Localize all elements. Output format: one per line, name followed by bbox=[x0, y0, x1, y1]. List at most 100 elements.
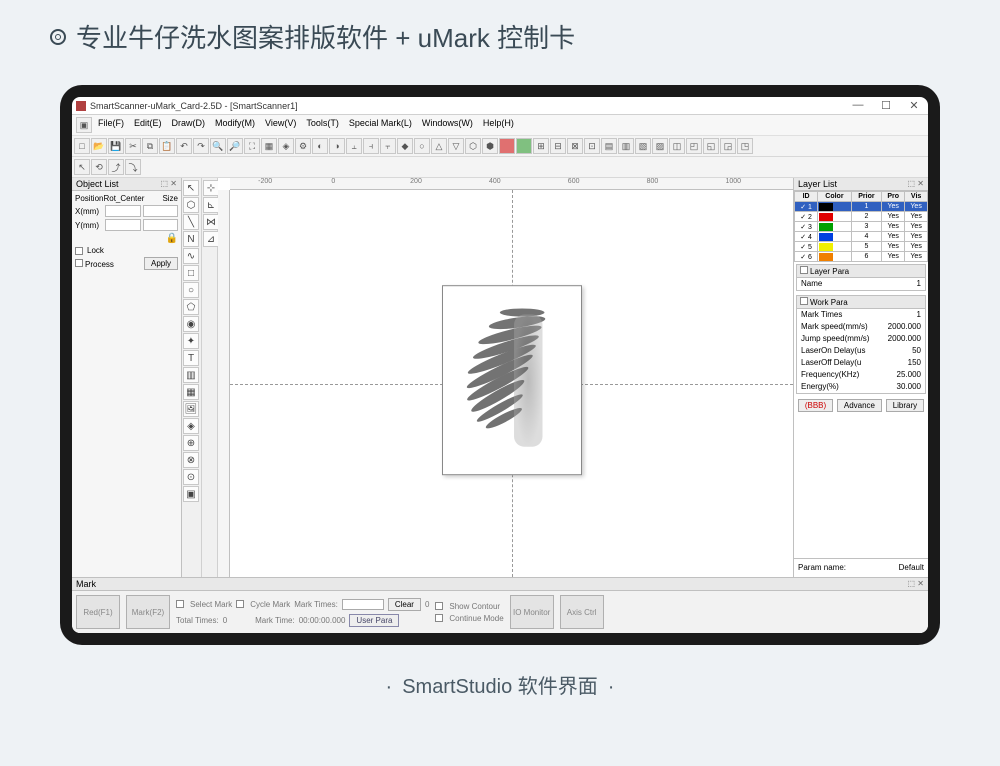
vector-tool-icon[interactable]: ◈ bbox=[183, 418, 199, 434]
menu-tools[interactable]: Tools(T) bbox=[302, 117, 343, 133]
image-tool-icon[interactable]: 🖼 bbox=[183, 401, 199, 417]
tool-icon[interactable]: ▨ bbox=[652, 138, 668, 154]
tool-icon[interactable]: ⊠ bbox=[567, 138, 583, 154]
io-monitor-button[interactable]: IO Monitor bbox=[510, 595, 554, 629]
tool-icon[interactable]: ○ bbox=[414, 138, 430, 154]
lock-checkbox[interactable] bbox=[75, 247, 83, 255]
text-tool-icon[interactable]: T bbox=[183, 350, 199, 366]
align-left-icon[interactable]: ⫠ bbox=[346, 138, 362, 154]
node-tool-icon[interactable]: ⬡ bbox=[183, 197, 199, 213]
snap-icon[interactable]: ⋈ bbox=[203, 214, 219, 230]
lock-icon[interactable]: 🔒 bbox=[166, 233, 178, 244]
menu-help[interactable]: Help(H) bbox=[479, 117, 518, 133]
tool-icon[interactable]: ▽ bbox=[448, 138, 464, 154]
panel-close-icon[interactable]: ⬚ ✕ bbox=[908, 579, 924, 589]
menu-modify[interactable]: Modify(M) bbox=[211, 117, 259, 133]
align-right-icon[interactable]: ⫟ bbox=[380, 138, 396, 154]
mark-times-input[interactable] bbox=[342, 599, 384, 610]
tool-icon[interactable]: ◰ bbox=[686, 138, 702, 154]
work-para-toggle[interactable] bbox=[800, 297, 808, 305]
save-icon[interactable]: 💾 bbox=[108, 138, 124, 154]
paste-icon[interactable]: 📋 bbox=[159, 138, 175, 154]
close-button[interactable]: ✕ bbox=[904, 99, 924, 112]
tool2-icon[interactable]: ⟲ bbox=[91, 159, 107, 175]
zoom-in-icon[interactable]: 🔍 bbox=[210, 138, 226, 154]
x-size-input[interactable] bbox=[143, 205, 179, 217]
library-button[interactable]: Library bbox=[886, 399, 924, 412]
tool-icon[interactable]: ⬢ bbox=[482, 138, 498, 154]
workpiece-page[interactable] bbox=[442, 285, 582, 475]
minimize-button[interactable]: — bbox=[848, 99, 868, 112]
cut-icon[interactable]: ✂ bbox=[125, 138, 141, 154]
tool-icon[interactable]: ◱ bbox=[703, 138, 719, 154]
tool-icon[interactable]: ◑ bbox=[329, 138, 345, 154]
continue-mode-checkbox[interactable] bbox=[435, 614, 443, 622]
menu-view[interactable]: View(V) bbox=[261, 117, 300, 133]
layer-row[interactable]: ✓ 22YesYes bbox=[795, 212, 928, 222]
tool-icon[interactable]: ⬡ bbox=[465, 138, 481, 154]
menu-draw[interactable]: Draw(D) bbox=[168, 117, 210, 133]
cycle-mark-checkbox[interactable] bbox=[236, 600, 244, 608]
menu-special[interactable]: Special Mark(L) bbox=[345, 117, 416, 133]
tool-icon[interactable]: ▧ bbox=[635, 138, 651, 154]
panel-close-icon[interactable]: ⬚ ✕ bbox=[161, 179, 177, 189]
curve-tool-icon[interactable]: ∿ bbox=[183, 248, 199, 264]
tool-icon[interactable]: ⊗ bbox=[183, 452, 199, 468]
red-button[interactable]: Red(F1) bbox=[76, 595, 120, 629]
layer-row[interactable]: ✓ 33YesYes bbox=[795, 222, 928, 232]
canvas-area[interactable]: -200 0 200 400 600 800 1000 bbox=[218, 178, 793, 577]
y-size-input[interactable] bbox=[143, 219, 179, 231]
tool2-icon[interactable]: ↖ bbox=[74, 159, 90, 175]
layer-row[interactable]: ✓ 44YesYes bbox=[795, 232, 928, 242]
show-contour-checkbox[interactable] bbox=[435, 602, 443, 610]
tool-icon[interactable]: ◫ bbox=[669, 138, 685, 154]
app-menu-icon[interactable]: ▣ bbox=[76, 117, 92, 133]
tool-icon[interactable] bbox=[499, 138, 515, 154]
hatch-tool-icon[interactable]: ▦ bbox=[183, 384, 199, 400]
layer-row[interactable]: ✓ 66YesYes bbox=[795, 252, 928, 262]
zoom-sel-icon[interactable]: ◈ bbox=[278, 138, 294, 154]
snap-icon[interactable]: ⊿ bbox=[203, 231, 219, 247]
tool-icon[interactable]: ⊡ bbox=[584, 138, 600, 154]
user-para-button[interactable]: User Para bbox=[349, 614, 399, 627]
axis-ctrl-button[interactable]: Axis Ctrl bbox=[560, 595, 604, 629]
tool-icon[interactable]: ⊙ bbox=[183, 469, 199, 485]
new-icon[interactable]: □ bbox=[74, 138, 90, 154]
layer-para-toggle[interactable] bbox=[800, 266, 808, 274]
process-checkbox[interactable] bbox=[75, 259, 83, 267]
polyline-tool-icon[interactable]: Ν bbox=[183, 231, 199, 247]
rect-tool-icon[interactable]: □ bbox=[183, 265, 199, 281]
menu-file[interactable]: File(F) bbox=[94, 117, 128, 133]
select-tool-icon[interactable]: ↖ bbox=[183, 180, 199, 196]
x-input[interactable] bbox=[105, 205, 141, 217]
tool-icon[interactable]: ◳ bbox=[737, 138, 753, 154]
clear-button[interactable]: Clear bbox=[388, 598, 421, 611]
tool-icon[interactable]: ⊟ bbox=[550, 138, 566, 154]
tool-icon[interactable]: △ bbox=[431, 138, 447, 154]
redo-icon[interactable]: ↷ bbox=[193, 138, 209, 154]
spiral-tool-icon[interactable]: ◉ bbox=[183, 316, 199, 332]
advance-button[interactable]: Advance bbox=[837, 399, 882, 412]
tool-icon[interactable]: ⊕ bbox=[183, 435, 199, 451]
polygon-tool-icon[interactable]: ⬠ bbox=[183, 299, 199, 315]
panel-close-icon[interactable]: ⬚ ✕ bbox=[908, 179, 924, 189]
copy-icon[interactable]: ⧉ bbox=[142, 138, 158, 154]
select-mark-checkbox[interactable] bbox=[176, 600, 184, 608]
tool2-icon[interactable]: ⤵ bbox=[125, 159, 141, 175]
menu-edit[interactable]: Edit(E) bbox=[130, 117, 166, 133]
snap-icon[interactable]: ⊾ bbox=[203, 197, 219, 213]
zoom-out-icon[interactable]: 🔎 bbox=[227, 138, 243, 154]
apply-button[interactable]: Apply bbox=[144, 257, 178, 270]
tool-icon[interactable]: ◐ bbox=[312, 138, 328, 154]
open-icon[interactable]: 📂 bbox=[91, 138, 107, 154]
layer-row[interactable]: ✓ 55YesYes bbox=[795, 242, 928, 252]
mark-button[interactable]: Mark(F2) bbox=[126, 595, 170, 629]
tool-icon[interactable]: ◲ bbox=[720, 138, 736, 154]
align-center-icon[interactable]: ⫞ bbox=[363, 138, 379, 154]
ellipse-tool-icon[interactable]: ○ bbox=[183, 282, 199, 298]
maximize-button[interactable]: ☐ bbox=[876, 99, 896, 112]
y-input[interactable] bbox=[105, 219, 141, 231]
tool-icon[interactable]: ⚙ bbox=[295, 138, 311, 154]
barcode-tool-icon[interactable]: ▥ bbox=[183, 367, 199, 383]
tool-icon[interactable]: ◆ bbox=[397, 138, 413, 154]
